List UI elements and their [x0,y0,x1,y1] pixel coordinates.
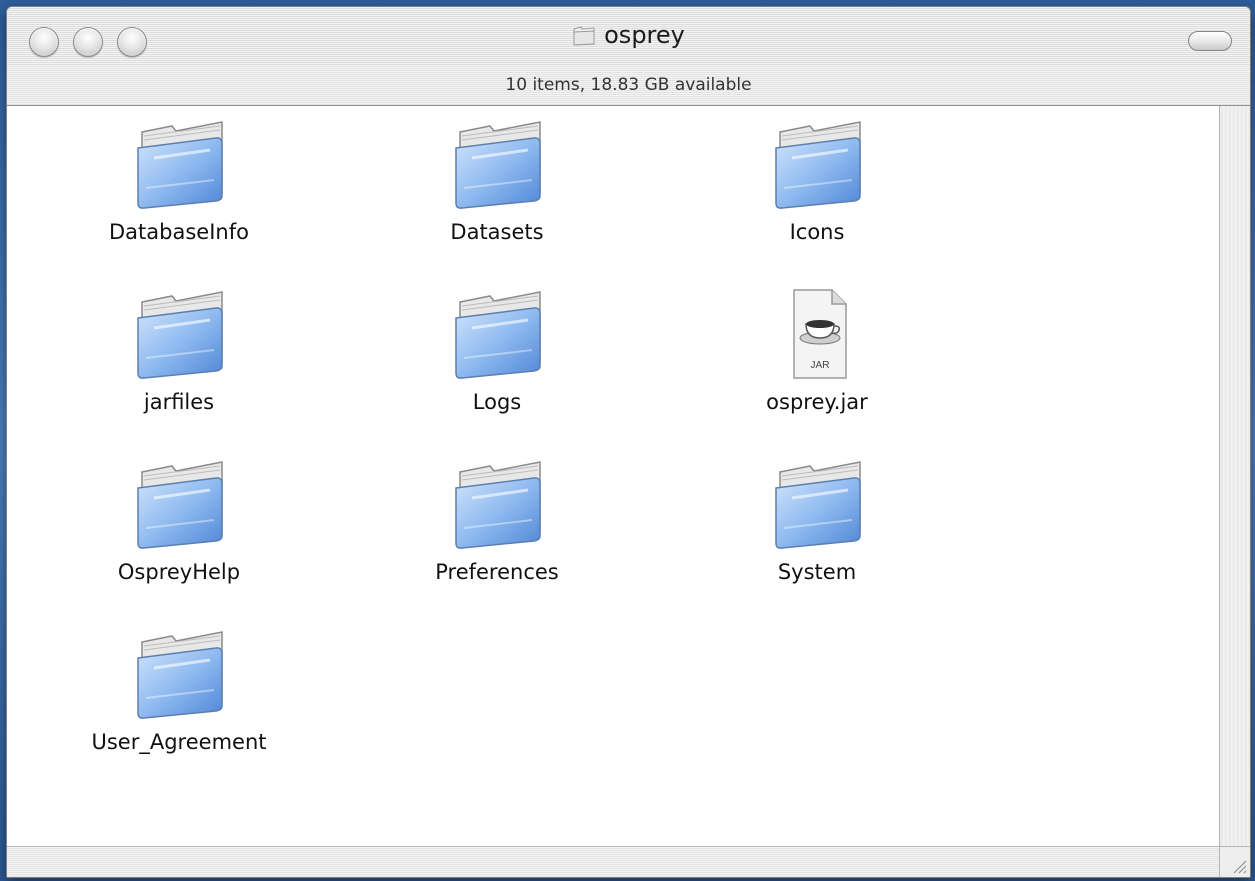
toolbar-toggle-button[interactable] [1188,31,1232,51]
icon-view[interactable]: DatabaseInfo Datasets Icons jarfiles Log… [7,106,1219,846]
folder-icon [137,121,223,209]
folder-item[interactable]: OspreyHelp [69,458,289,584]
folder-item[interactable]: jarfiles [69,288,289,414]
folder-icon [455,121,541,209]
file-item[interactable]: JAR osprey.jar [707,288,927,414]
folder-item[interactable]: DatabaseInfo [69,118,289,244]
status-bar: 10 items, 18.83 GB available [7,65,1250,106]
finder-window[interactable]: osprey 10 items, 18.83 GB available Data… [6,6,1251,878]
folder-icon [775,461,861,549]
item-label: Preferences [435,560,559,584]
item-label: Logs [472,390,522,414]
folder-icon [455,461,541,549]
window-title: osprey [604,21,685,49]
folder-item[interactable]: System [707,458,927,584]
horizontal-scrollbar[interactable] [7,846,1219,877]
jar-file-icon: JAR [793,289,847,379]
resize-grip-icon [1233,860,1247,874]
item-label: Datasets [450,220,544,244]
item-label: System [777,560,857,584]
folder-icon [137,291,223,379]
folder-item[interactable]: Datasets [387,118,607,244]
folder-icon [775,121,861,209]
item-label: OspreyHelp [117,560,241,584]
svg-text:JAR: JAR [811,360,830,371]
vertical-scrollbar[interactable] [1219,106,1250,846]
window-title-container: osprey [7,21,1250,52]
item-label: Icons [789,220,845,244]
item-label: jarfiles [143,390,215,414]
folder-icon [573,26,595,46]
folder-item[interactable]: Icons [707,118,927,244]
folder-item[interactable]: Logs [387,288,607,414]
folder-item[interactable]: User_Agreement [69,628,289,754]
folder-icon [455,291,541,379]
folder-icon [137,631,223,719]
item-label: osprey.jar [766,390,868,414]
folder-icon [137,461,223,549]
folder-item[interactable]: Preferences [387,458,607,584]
item-label: DatabaseInfo [109,220,249,244]
resize-handle[interactable] [1219,846,1250,877]
item-label: User_Agreement [91,730,267,754]
title-bar[interactable]: osprey [7,7,1250,66]
